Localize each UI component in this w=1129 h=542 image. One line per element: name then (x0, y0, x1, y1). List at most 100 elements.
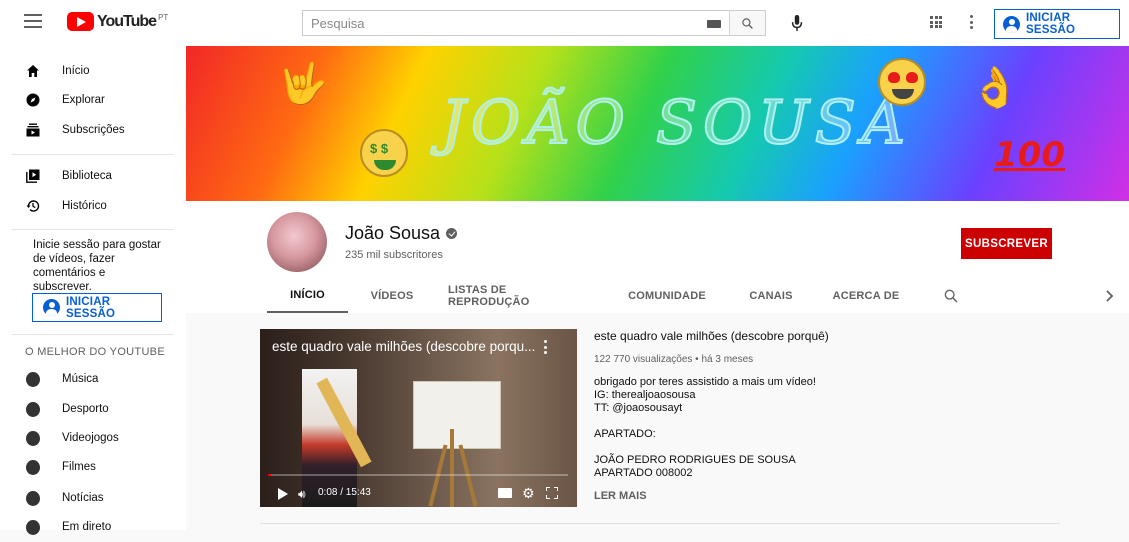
film-icon (26, 459, 40, 475)
description-line: IG: therealjoaosousa (594, 389, 696, 401)
library-icon (26, 169, 40, 183)
sidebar-item-label: Videojogos (62, 432, 119, 444)
more-icon[interactable] (544, 340, 548, 354)
featured-video-title[interactable]: este quadro vale milhões (descobre porqu… (594, 329, 894, 344)
subscriptions-icon (26, 123, 40, 137)
hand-emoji-icon: 🤟 (278, 62, 328, 106)
channel-name-row: João Sousa (345, 223, 458, 244)
read-more-button[interactable]: LER MAIS (594, 490, 647, 502)
sidebar-item-label: Início (62, 65, 90, 77)
sign-in-prompt: Inicie sessão para gostar de vídeos, faz… (33, 239, 161, 293)
sign-in-label: INICIAR SESSÃO (1026, 12, 1076, 36)
featured-video-player[interactable]: este quadro vale milhões (descobre porqu… (260, 329, 577, 507)
featured-video-details: este quadro vale milhões (descobre porqu… (594, 329, 894, 485)
sidebar-divider (12, 154, 174, 155)
video-progress-bar[interactable] (268, 474, 568, 476)
play-icon[interactable] (278, 488, 288, 500)
tab-about[interactable]: ACERCA DE (827, 279, 905, 313)
video-progress-fill (268, 474, 271, 476)
sidebar-item-explore[interactable]: Explorar (0, 85, 186, 115)
video-frame-canvas (413, 381, 501, 449)
sidebar-item-label: Explorar (62, 94, 105, 106)
heart-eyes-emoji-icon (878, 58, 926, 106)
settings-menu-icon[interactable] (969, 15, 973, 29)
sidebar-item-label: Biblioteca (62, 170, 112, 182)
sidebar-item-live[interactable]: Em direto (0, 512, 186, 542)
fullscreen-icon[interactable] (546, 487, 558, 499)
sidebar-item-label: Em direto (62, 521, 112, 533)
tab-home[interactable]: INÍCIO (267, 279, 348, 313)
search-input[interactable] (303, 15, 683, 31)
sidebar-item-label: Filmes (62, 461, 96, 473)
captions-icon[interactable] (498, 488, 512, 498)
player-video-title[interactable]: este quadro vale milhões (descobre porqu… (272, 339, 552, 354)
channel-name: João Sousa (345, 223, 441, 243)
sidebar-item-gaming[interactable]: Videojogos (0, 423, 186, 453)
channel-header: João Sousa 235 mil subscritores SUBSCREV… (186, 201, 1129, 313)
microphone-icon (791, 15, 803, 31)
tab-channels[interactable]: CANAIS (741, 279, 801, 313)
channel-avatar[interactable] (267, 212, 327, 272)
search-icon[interactable] (943, 288, 959, 304)
sidebar-sign-in-button[interactable]: INICIAR SESSÃO (32, 293, 162, 322)
description-line: JOÃO PEDRO RODRIGUES DE SOUSA (594, 454, 796, 466)
sidebar-item-movies[interactable]: Filmes (0, 452, 186, 482)
sidebar-item-history[interactable]: Histórico (0, 191, 186, 221)
sign-in-label: INICIAR SESSÃO (66, 295, 116, 320)
news-icon (26, 490, 40, 506)
history-icon (26, 199, 40, 213)
best-of-youtube-heading: O MELHOR DO YOUTUBE (25, 346, 165, 358)
keyboard-icon[interactable] (707, 20, 721, 28)
sidebar-item-home[interactable]: Início (0, 56, 186, 86)
sidebar-item-sports[interactable]: Desporto (0, 394, 186, 424)
sidebar-item-label: Histórico (62, 200, 107, 212)
subscriber-count: 235 mil subscritores (345, 249, 443, 261)
gear-icon[interactable]: ⚙ (522, 485, 535, 502)
sidebar: Início Explorar Subscrições Biblioteca H… (0, 46, 186, 535)
verified-icon (446, 228, 458, 239)
tab-playlists[interactable]: LISTAS DE REPRODUÇÃO (448, 279, 584, 313)
sidebar-item-subscriptions[interactable]: Subscrições (0, 115, 186, 145)
sidebar-item-library[interactable]: Biblioteca (0, 161, 186, 191)
tab-videos[interactable]: VÍDEOS (358, 279, 426, 313)
description-line (594, 441, 894, 454)
subscribe-button[interactable]: SUBSCREVER (961, 228, 1052, 259)
volume-icon[interactable]: 🔊︎ (298, 487, 306, 502)
sidebar-item-label: Desporto (62, 403, 109, 415)
channel-tabs: INÍCIO VÍDEOS LISTAS DE REPRODUÇÃO COMUN… (186, 279, 1129, 313)
sidebar-item-music[interactable]: Música (0, 364, 186, 394)
logo-text: YouTube (97, 12, 157, 30)
logo-region: PT (158, 13, 169, 22)
search-icon (742, 17, 753, 29)
channel-home-content: este quadro vale milhões (descobre porqu… (186, 313, 1129, 530)
ok-hand-emoji-icon: 👌 (970, 66, 1020, 110)
live-icon (26, 519, 40, 535)
youtube-play-icon (67, 12, 94, 31)
tab-community[interactable]: COMUNIDADE (620, 279, 714, 313)
player-controls: 🔊︎ 0:08 / 15:43 ⚙ (260, 479, 577, 507)
description-line: obrigado por teres assistido a mais um v… (594, 376, 816, 388)
user-icon (1003, 15, 1020, 33)
youtube-logo[interactable]: YouTube PT (67, 12, 168, 31)
hundred-points-icon: 100 (994, 135, 1065, 175)
chevron-right-icon[interactable] (1103, 288, 1117, 304)
description-line: APARTADO 008002 (594, 467, 693, 479)
search-button[interactable] (729, 10, 766, 36)
menu-icon[interactable] (24, 14, 42, 28)
description-line: TT: @joaosousayt (594, 402, 683, 414)
sign-in-button[interactable]: INICIAR SESSÃO (994, 9, 1120, 39)
channel-banner: 🤟 $ $ JOÃO SOUSA 👌 100 (186, 46, 1129, 201)
apps-icon[interactable] (930, 16, 942, 28)
sidebar-item-news[interactable]: Notícias (0, 483, 186, 513)
music-icon (26, 371, 40, 387)
video-time: 0:08 / 15:43 (318, 487, 371, 498)
compass-icon (26, 93, 40, 107)
sidebar-divider (12, 334, 174, 335)
money-face-emoji-icon: $ $ (360, 129, 408, 177)
section-divider (260, 523, 1060, 524)
microphone-button[interactable] (786, 12, 808, 34)
description-line: APARTADO: (594, 428, 656, 440)
banner-text: JOÃO SOUSA (440, 87, 912, 159)
description-line (594, 415, 894, 428)
sidebar-item-label: Música (62, 373, 99, 385)
